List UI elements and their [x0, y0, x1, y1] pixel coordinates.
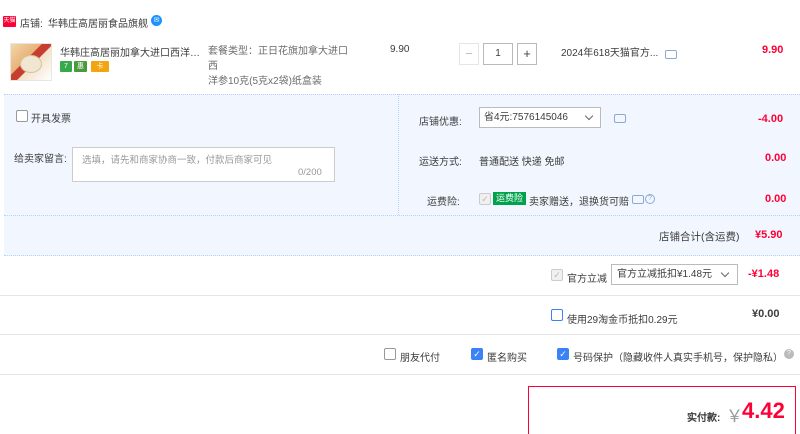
row-divider: [0, 295, 800, 296]
official-discount-checkbox: ✓: [551, 269, 563, 281]
taobao-coins-checkbox[interactable]: [551, 309, 563, 321]
qty-plus-button[interactable]: +: [517, 43, 537, 65]
payment-label: 实付款:: [687, 413, 721, 424]
taobao-coins-amount: ¥0.00: [752, 308, 780, 320]
official-discount-amount: -¥1.48: [748, 268, 780, 280]
shipping-label: 运送方式:: [419, 157, 462, 168]
tmall-badge: 天猫: [3, 16, 16, 27]
comment-icon[interactable]: [665, 50, 677, 59]
options-divider: [398, 94, 399, 215]
sku-line-1: 套餐类型：正日花旗加拿大进口西: [208, 46, 348, 72]
shipping-amount: 0.00: [765, 152, 787, 164]
seven-day-return-badge: 7: [60, 61, 72, 72]
insurance-label: 运费险:: [427, 197, 460, 208]
qty-minus-button[interactable]: −: [459, 43, 479, 65]
insurance-tag: 运费险: [493, 192, 526, 205]
delivery-promise: 2024年618天猫官方...: [561, 48, 659, 59]
shop-total-value: ¥5.90: [755, 229, 783, 241]
wangwang-icon[interactable]: ✉: [151, 15, 162, 26]
product-thumbnail-art: [20, 55, 42, 73]
qty-input[interactable]: 1: [483, 43, 513, 65]
comment-icon[interactable]: [614, 114, 626, 123]
message-placeholder: 选填，请先和商家协商一致，付款后商家可见: [82, 155, 273, 166]
quantity-stepper[interactable]: − 1 +: [459, 43, 537, 65]
invoice-label: 开具发票: [31, 114, 71, 125]
item-subtotal: 9.90: [762, 44, 784, 56]
card-payment-badge: 卡: [91, 61, 109, 72]
insurance-text: 卖家赠送，退换货可赔: [529, 197, 629, 208]
message-char-count: 0/200: [298, 167, 322, 178]
discount-badge: 惠: [74, 61, 87, 72]
invoice-checkbox[interactable]: [16, 110, 28, 122]
shop-name-link[interactable]: 华韩庄高居丽食品旗舰: [48, 15, 148, 30]
unit-price: 9.90: [390, 44, 410, 55]
sku-info: 套餐类型：正日花旗加拿大进口西 洋参10克(5克x2袋)纸盒装: [208, 44, 356, 89]
row-divider: [0, 374, 800, 375]
official-discount-select-value: 官方立减抵扣¥1.48元: [617, 269, 713, 280]
row-divider: [0, 334, 800, 335]
anonymous-label: 匿名购买: [487, 353, 527, 364]
friend-pay-label: 朋友代付: [400, 353, 440, 364]
shop-total-label: 店铺合计(含运费): [659, 231, 740, 243]
privacy-checkbox[interactable]: ✓: [557, 348, 569, 360]
official-discount-label: 官方立减: [567, 274, 607, 285]
coupon-label: 店铺优惠:: [419, 117, 462, 128]
sku-line-2: 洋参10克(5克x2袋)纸盒装: [208, 76, 322, 87]
shipping-value: 普通配送 快递 免邮: [479, 157, 565, 168]
comment-icon[interactable]: [632, 195, 644, 204]
payment-amount: 4.42: [742, 398, 785, 423]
insurance-amount: 0.00: [765, 193, 787, 205]
coupon-amount: -4.00: [758, 113, 784, 125]
friend-pay-checkbox[interactable]: [384, 348, 396, 360]
currency-symbol: ￥: [726, 407, 743, 426]
shop-label: 店铺:: [20, 19, 43, 30]
coupon-select-value: 省4元:7576145046: [484, 112, 568, 123]
insurance-checkbox: ✓: [479, 193, 491, 205]
privacy-label: 号码保护（隐藏收件人真实手机号，保护隐私）: [573, 353, 783, 364]
message-label: 给卖家留言:: [14, 154, 67, 165]
anonymous-checkbox[interactable]: ✓: [471, 348, 483, 360]
coupon-select[interactable]: 省4元:7576145046: [479, 107, 601, 128]
options-hline: [4, 215, 800, 216]
official-discount-select[interactable]: 官方立减抵扣¥1.48元: [611, 264, 738, 285]
product-title-link[interactable]: 华韩庄高居丽加拿大进口西洋参...: [60, 44, 205, 59]
help-icon[interactable]: ?: [784, 349, 794, 359]
help-icon[interactable]: ?: [645, 194, 655, 204]
taobao-coins-label: 使用29淘金币抵扣0.29元: [567, 315, 678, 326]
